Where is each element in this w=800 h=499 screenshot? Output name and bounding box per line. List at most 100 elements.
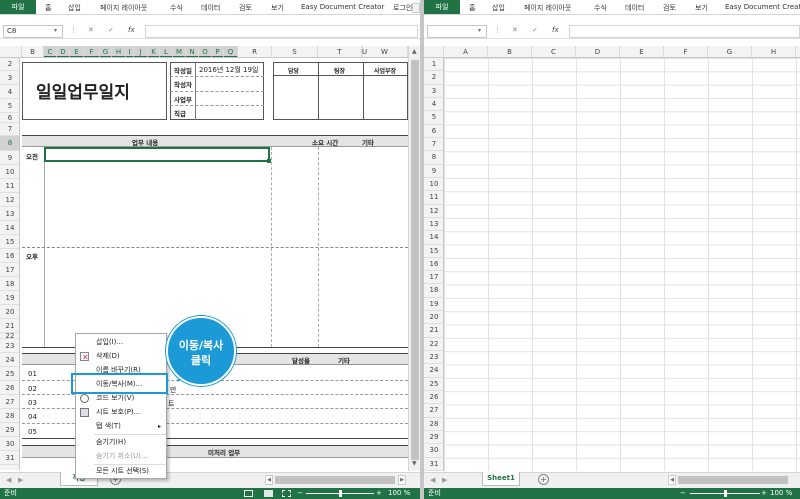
ribbon-tab-easy-document-creator[interactable]: Easy Document Creator [301,3,384,11]
menu-item-select-all-sheets[interactable]: 모든 시트 선택(S) [76,465,166,478]
column-header-l[interactable]: L [160,46,173,57]
zoom-out-icon-right[interactable]: − [680,488,686,499]
row-header[interactable]: 18 [424,284,443,298]
ribbon-tab-home-right[interactable]: 홈 [469,3,475,13]
row-header[interactable]: 9 [0,151,19,165]
vertical-scrollbar[interactable]: ▲ ▼ [408,46,420,471]
row-header[interactable]: 18 [0,277,19,291]
ribbon-tab-view[interactable]: 보기 [271,3,284,13]
hscroll-left-icon-right[interactable]: ◀ [668,475,676,485]
zoom-in-icon[interactable]: + [376,488,382,499]
tab-nav-prev-icon-right[interactable]: ◀ [430,476,435,484]
ribbon-tab-page-layout-right[interactable]: 페이지 레이아웃 [524,3,571,13]
column-header-g[interactable]: G [100,46,112,57]
column-header-r[interactable]: R [238,46,272,57]
sheet-tab-sheet1[interactable]: Sheet1 [482,472,520,486]
row-header[interactable]: 7 [424,138,443,152]
row-header[interactable]: 31 [424,458,443,471]
row-header[interactable]: 5 [0,99,19,113]
row-header[interactable]: 10 [0,165,19,179]
row-header[interactable]: 13 [424,218,443,232]
insert-function-icon[interactable]: fx [128,26,135,34]
row-header[interactable]: 7 [0,123,19,136]
row-header[interactable]: 9 [424,165,443,178]
row-header[interactable]: 31 [0,451,19,465]
ribbon-tab-view-right[interactable]: 보기 [695,3,708,13]
column-header-j[interactable]: J [134,46,148,57]
ribbon-scroll-button[interactable] [412,3,420,13]
row-header[interactable]: 28 [424,418,443,432]
row-header[interactable]: 27 [424,404,443,418]
row-header[interactable]: 5 [424,111,443,125]
ribbon-tab-file-right[interactable]: 파일 [424,0,460,14]
worksheet-grid-right[interactable] [444,58,800,471]
row-header[interactable]: 15 [0,235,19,249]
row-header[interactable]: 21 [424,324,443,338]
menu-item-insert[interactable]: 삽입(I)... [76,336,166,349]
column-header[interactable]: G [708,46,752,57]
row-header[interactable]: 13 [0,207,19,221]
row-header[interactable]: 14 [424,231,443,245]
column-header-s[interactable]: S [272,46,318,57]
scroll-down-icon[interactable]: ▼ [412,460,417,467]
row-header[interactable]: 1 [424,58,443,72]
row-header[interactable]: 21 [0,319,19,333]
row-header[interactable]: 20 [424,311,443,325]
row-header[interactable]: 2 [0,58,19,71]
ribbon-sign-in[interactable]: 로그인 [393,3,412,13]
row-header[interactable]: 23 [0,339,19,353]
column-header-h[interactable]: H [112,46,126,57]
row-header[interactable]: 26 [0,381,19,395]
tab-nav-prev-icon[interactable]: ◀ [6,476,11,484]
row-header[interactable]: 24 [0,353,19,367]
ribbon-tab-data-right[interactable]: 데이터 [625,3,644,13]
row-header[interactable]: 16 [424,258,443,272]
insert-function-icon-right[interactable]: fx [552,26,559,34]
vertical-scroll-thumb[interactable] [411,60,419,460]
ribbon-tab-insert[interactable]: 삽입 [68,3,81,13]
zoom-slider-thumb-right[interactable] [724,490,727,497]
zoom-level[interactable]: 100 % [388,488,410,499]
hscroll-right-icon[interactable]: ▶ [398,475,406,485]
column-header-n[interactable]: N [186,46,199,57]
row-header[interactable]: 28 [0,409,19,423]
row-header[interactable]: 30 [424,444,443,458]
ribbon-tab-review-right[interactable]: 검토 [663,3,676,13]
formula-input-right[interactable] [569,25,800,38]
row-header[interactable]: 3 [424,85,443,98]
ribbon-tab-easy-document-creator-right[interactable]: Easy Document Creator [725,3,800,11]
menu-item-tab-color[interactable]: 탭 색(T) ▸ [76,420,166,433]
ribbon-tab-data[interactable]: 데이터 [201,3,220,13]
column-header[interactable]: C [532,46,576,57]
row-header[interactable]: 23 [424,351,443,365]
scroll-up-icon[interactable]: ▲ [412,48,417,55]
column-header-o[interactable]: O [199,46,212,57]
cancel-icon[interactable]: ✕ [88,26,94,34]
column-header-i[interactable]: I [126,46,134,57]
menu-item-protect-sheet[interactable]: 시트 보호(P)... [76,406,166,419]
row-header[interactable]: 20 [0,305,19,319]
row-header[interactable]: 4 [424,98,443,112]
row-header[interactable]: 29 [424,431,443,445]
zoom-level-right[interactable]: 100 % [770,488,792,499]
menu-item-delete[interactable]: ✕ 삭제(D) [76,350,166,363]
select-all-corner-right[interactable] [424,46,444,57]
row-header[interactable]: 8 [0,136,19,151]
cancel-icon-right[interactable]: ✕ [512,26,518,34]
row-header[interactable]: 22 [424,338,443,352]
row-header[interactable]: 10 [424,178,443,192]
row-header[interactable]: 19 [0,291,19,305]
row-header[interactable]: 29 [0,423,19,437]
hscroll-left-icon[interactable]: ◀ [265,475,273,485]
row-header[interactable]: 12 [0,193,19,207]
column-header-b[interactable]: B [22,46,44,57]
row-header[interactable]: 17 [424,271,443,285]
row-header[interactable]: 4 [0,85,19,99]
row-header[interactable]: 26 [424,391,443,405]
column-header[interactable]: A [444,46,488,57]
add-sheet-button-right[interactable]: + [538,474,549,485]
row-header[interactable]: 6 [424,125,443,138]
row-header[interactable]: 11 [424,191,443,205]
column-header[interactable]: E [620,46,664,57]
row-header[interactable]: 3 [0,71,19,85]
